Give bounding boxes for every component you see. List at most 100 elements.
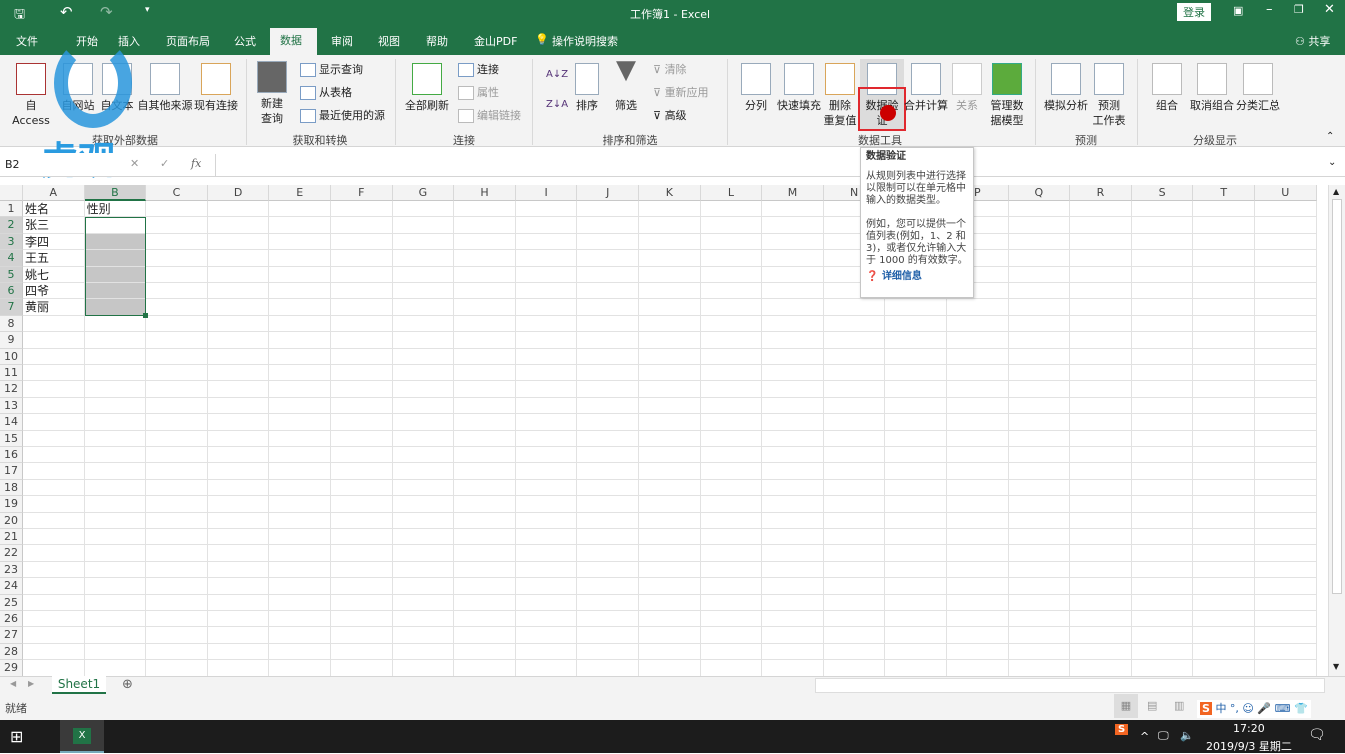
cell-F15[interactable] (331, 430, 393, 447)
cell-T2[interactable] (1193, 217, 1255, 234)
cell-C13[interactable] (146, 397, 208, 415)
refresh-all-button[interactable]: 全部刷新 (404, 63, 450, 113)
cell-E14[interactable] (269, 414, 331, 431)
cell-A24[interactable] (23, 578, 85, 595)
cell-L20[interactable] (700, 512, 763, 529)
cell-R21[interactable] (1070, 529, 1132, 546)
cell-A1[interactable]: 姓名 (23, 201, 85, 218)
add-sheet-button[interactable]: ⊕ (122, 677, 133, 692)
text-to-columns-button[interactable]: 分列 (738, 63, 774, 113)
cell-G22[interactable] (392, 545, 455, 562)
cell-R17[interactable] (1070, 463, 1132, 480)
cell-E29[interactable] (269, 660, 331, 676)
cell-N13[interactable] (823, 397, 886, 415)
cell-O21[interactable] (885, 529, 947, 546)
cell-P25[interactable] (947, 594, 1009, 611)
cell-U14[interactable] (1255, 414, 1317, 431)
cell-I10[interactable] (515, 348, 578, 365)
cell-J9[interactable] (577, 332, 639, 349)
cell-Q27[interactable] (1008, 627, 1071, 644)
column-header-A[interactable]: A (23, 185, 85, 201)
row-header[interactable]: 10 (0, 348, 23, 365)
row-header[interactable]: 4 (0, 250, 23, 267)
cell-I19[interactable] (515, 496, 578, 513)
tab-review[interactable]: 审阅 (321, 32, 363, 55)
column-header-M[interactable]: M (762, 185, 824, 201)
cell-J25[interactable] (577, 594, 639, 611)
cell-C8[interactable] (146, 315, 208, 333)
cell-O18[interactable] (885, 479, 947, 497)
row-header[interactable]: 14 (0, 414, 23, 431)
cell-U8[interactable] (1255, 315, 1317, 333)
cell-R25[interactable] (1070, 594, 1132, 611)
cell-R4[interactable] (1070, 250, 1132, 267)
column-header-T[interactable]: T (1193, 185, 1255, 201)
cell-Q20[interactable] (1008, 512, 1071, 529)
cell-E18[interactable] (269, 479, 331, 497)
cell-S2[interactable] (1131, 217, 1194, 234)
select-all[interactable] (0, 185, 23, 201)
cell-Q16[interactable] (1008, 447, 1071, 464)
cell-E17[interactable] (269, 463, 331, 480)
cell-Q18[interactable] (1008, 479, 1071, 497)
cell-J6[interactable] (577, 283, 639, 300)
cell-Q7[interactable] (1008, 299, 1071, 316)
cell-S6[interactable] (1131, 283, 1194, 300)
cell-L9[interactable] (700, 332, 763, 349)
cell-U26[interactable] (1255, 611, 1317, 628)
row-header[interactable]: 29 (0, 660, 23, 676)
cell-Q8[interactable] (1008, 315, 1071, 333)
cell-J21[interactable] (577, 529, 639, 546)
cell-H4[interactable] (454, 250, 516, 267)
name-box[interactable]: B2 (2, 156, 82, 174)
cell-N18[interactable] (823, 479, 886, 497)
cell-L16[interactable] (700, 447, 763, 464)
cell-T4[interactable] (1193, 250, 1255, 267)
cell-E5[interactable] (269, 266, 331, 283)
cell-P16[interactable] (947, 447, 1009, 464)
cell-A11[interactable] (23, 365, 85, 382)
from-web-button[interactable]: 自网站 (60, 63, 96, 113)
cell-C3[interactable] (146, 233, 208, 251)
cell-B21[interactable] (84, 529, 147, 546)
cell-N23[interactable] (823, 561, 886, 579)
cell-U27[interactable] (1255, 627, 1317, 644)
cell-D14[interactable] (207, 414, 270, 431)
cell-G18[interactable] (392, 479, 455, 497)
cell-Q11[interactable] (1008, 365, 1071, 382)
cell-T12[interactable] (1193, 381, 1255, 398)
cell-T22[interactable] (1193, 545, 1255, 562)
cell-T10[interactable] (1193, 348, 1255, 365)
cell-F20[interactable] (331, 512, 393, 529)
cell-C9[interactable] (146, 332, 208, 349)
cell-R2[interactable] (1070, 217, 1132, 234)
cell-U1[interactable] (1255, 201, 1317, 218)
cell-F25[interactable] (331, 594, 393, 611)
cell-C7[interactable] (146, 299, 208, 316)
cell-I25[interactable] (515, 594, 578, 611)
cell-G9[interactable] (392, 332, 455, 349)
cell-F1[interactable] (331, 201, 393, 218)
cell-R1[interactable] (1070, 201, 1132, 218)
cell-B8[interactable] (84, 315, 147, 333)
cell-U3[interactable] (1255, 233, 1317, 251)
cell-M18[interactable] (762, 479, 824, 497)
cell-K6[interactable] (639, 283, 701, 300)
cell-I14[interactable] (515, 414, 578, 431)
cell-K10[interactable] (639, 348, 701, 365)
redo-icon[interactable]: ↷ (100, 3, 113, 21)
page-break-view-button[interactable]: ▥ (1174, 699, 1184, 712)
cell-C29[interactable] (146, 660, 208, 676)
cell-A17[interactable] (23, 463, 85, 480)
column-header-J[interactable]: J (577, 185, 639, 201)
cell-B22[interactable] (84, 545, 147, 562)
cell-O13[interactable] (885, 397, 947, 415)
cell-B1[interactable]: 性别 (84, 201, 147, 218)
column-header-G[interactable]: G (392, 185, 455, 201)
cell-L5[interactable] (700, 266, 763, 283)
cell-M28[interactable] (762, 643, 824, 661)
cell-K20[interactable] (639, 512, 701, 529)
cell-I26[interactable] (515, 611, 578, 628)
cell-A19[interactable] (23, 496, 85, 513)
column-header-D[interactable]: D (207, 185, 270, 201)
